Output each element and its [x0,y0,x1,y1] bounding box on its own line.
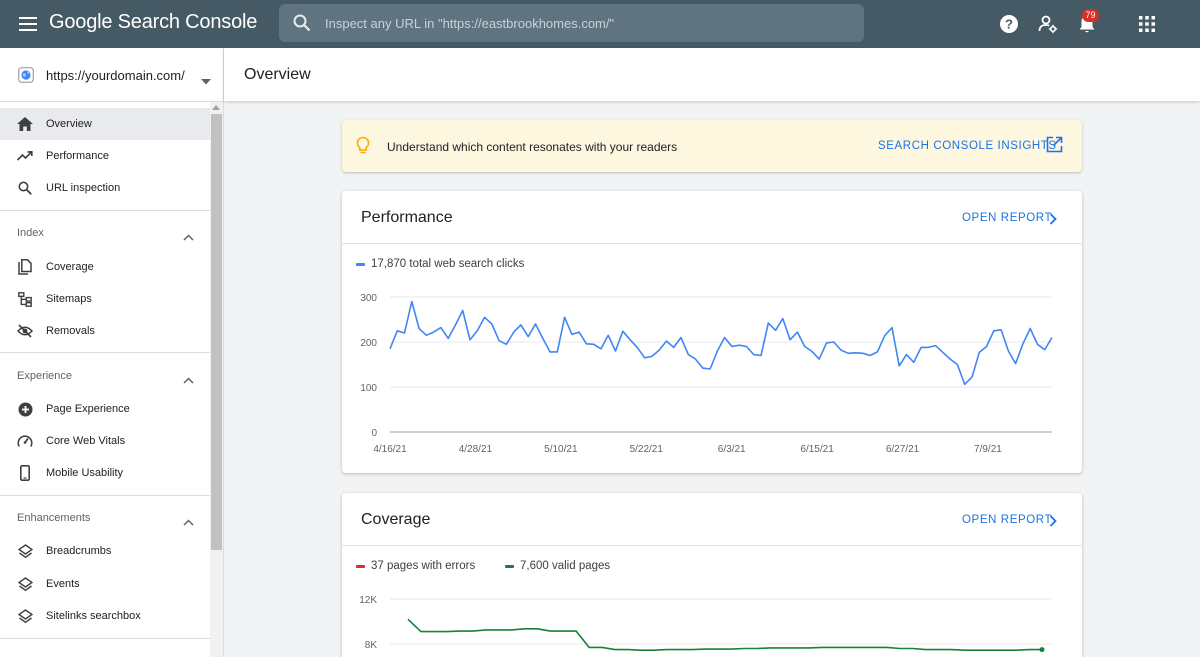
sidebar-item-coverage[interactable]: Coverage [0,251,210,283]
y-tick-label: 300 [360,293,377,304]
eye-off-icon [16,322,34,340]
home-icon [16,115,34,133]
open-in-new-icon[interactable] [1046,136,1063,158]
divider [0,352,210,353]
divider [0,638,210,639]
menu-icon[interactable] [16,12,40,36]
coverage-chart: 12K 8K [359,595,1052,653]
layers-icon [16,542,34,560]
sidebar-item-label: Coverage [46,261,94,273]
sidebar-item-events[interactable]: Events [0,568,210,600]
sidebar-item-label: Events [46,578,80,590]
sidebar-item-label: Sitelinks searchbox [46,610,141,622]
manage-users-icon[interactable] [1036,12,1060,36]
insights-banner: Understand which content resonates with … [342,120,1082,172]
performance-chart: 0 100 200 300 4/16/21 4/28/21 5/10/21 5/22/21 6/… [360,293,1053,455]
section-title: Index [17,227,44,239]
gauge-icon [16,432,34,450]
x-tick-label: 4/28/21 [459,444,493,455]
globe-icon [18,67,34,88]
sidebar-item-mobile-usability[interactable]: Mobile Usability [0,457,210,489]
sidebar-item-label: Breadcrumbs [46,545,112,557]
chevron-up-icon [183,228,194,246]
sidebar-item-label: Page Experience [46,403,130,415]
page-title: Overview [244,66,311,83]
valid-pages-end-point [1039,647,1045,653]
performance-card: Performance OPEN REPORT 17,870 total web… [342,191,1082,473]
banner-text: Understand which content resonates with … [387,140,678,154]
property-selector[interactable]: https://yourdomain.com/ [0,48,223,102]
x-tick-label: 7/9/21 [974,444,1002,455]
y-tick-label: 8K [365,640,378,651]
sidebar: https://yourdomain.com/ Overview Perform… [0,48,224,657]
sidebar-item-removals[interactable]: Removals [0,315,210,347]
scrollbar-thumb[interactable] [211,114,222,550]
file-copy-icon [16,258,34,276]
y-tick-label: 100 [360,383,377,394]
divider [0,210,210,211]
sidebar-item-label: Overview [46,118,92,130]
chevron-up-icon [183,513,194,531]
property-url: https://yourdomain.com/ [46,68,185,83]
section-title: Enhancements [17,512,91,524]
sidebar-item-label: URL inspection [46,182,121,194]
sidebar-item-breadcrumbs[interactable]: Breadcrumbs [0,535,210,567]
top-app-bar: Google Search Console ? 79 [0,0,1200,48]
x-tick-label: 6/3/21 [718,444,746,455]
coverage-card: Coverage OPEN REPORT 37 pages with error… [342,493,1082,657]
sitemap-icon [16,290,34,308]
sidebar-item-label: Mobile Usability [46,467,124,479]
phone-icon [16,464,34,482]
search-console-insights-link[interactable]: SEARCH CONSOLE INSIGHTS [878,140,1057,152]
x-tick-label: 6/27/21 [886,444,920,455]
trending-up-icon [16,147,34,165]
sidebar-item-page-experience[interactable]: Page Experience [0,393,210,425]
chevron-up-icon [183,371,194,389]
y-tick-label: 200 [360,338,377,349]
x-tick-label: 5/10/21 [544,444,578,455]
layers-icon [16,575,34,593]
y-tick-label: 0 [371,428,377,439]
apps-grid-icon[interactable] [1135,12,1159,36]
divider [0,495,210,496]
sidebar-item-label: Core Web Vitals [46,435,126,447]
lightbulb-icon [356,136,370,161]
sidebar-item-sitelinks-searchbox[interactable]: Sitelinks searchbox [0,600,210,632]
x-tick-label: 4/16/21 [373,444,407,455]
app-title: Google Search Console [49,11,258,33]
search-icon [293,14,311,37]
page-header: Overview [224,48,1200,101]
dropdown-arrow-icon[interactable] [201,72,211,90]
section-enhancements-toggle[interactable]: Enhancements [0,507,210,531]
svg-text:?: ? [1005,17,1013,32]
layers-icon [16,607,34,625]
y-tick-label: 12K [359,595,377,606]
section-index-toggle[interactable]: Index [0,222,210,246]
sidebar-item-label: Removals [46,325,95,337]
url-inspection-search[interactable] [279,4,864,42]
clicks-series-line [389,300,1053,386]
x-tick-label: 6/15/21 [800,444,834,455]
help-icon[interactable]: ? [997,12,1021,36]
sidebar-item-label: Performance [46,150,109,162]
search-icon [16,179,34,197]
sidebar-item-label: Sitemaps [46,293,92,305]
sidebar-item-performance[interactable]: Performance [0,140,210,172]
add-circle-icon [16,400,34,418]
scroll-up-arrow-icon[interactable] [212,105,220,110]
notification-count-badge: 79 [1082,9,1099,22]
x-tick-label: 5/22/21 [630,444,664,455]
sidebar-item-sitemaps[interactable]: Sitemaps [0,283,210,315]
sidebar-item-url-inspection[interactable]: URL inspection [0,172,210,204]
section-experience-toggle[interactable]: Experience [0,365,210,389]
valid-pages-series-line [407,618,1042,651]
section-title: Experience [17,370,73,382]
search-input[interactable] [325,4,855,42]
sidebar-item-core-web-vitals[interactable]: Core Web Vitals [0,425,210,457]
sidebar-item-overview[interactable]: Overview [0,108,210,140]
